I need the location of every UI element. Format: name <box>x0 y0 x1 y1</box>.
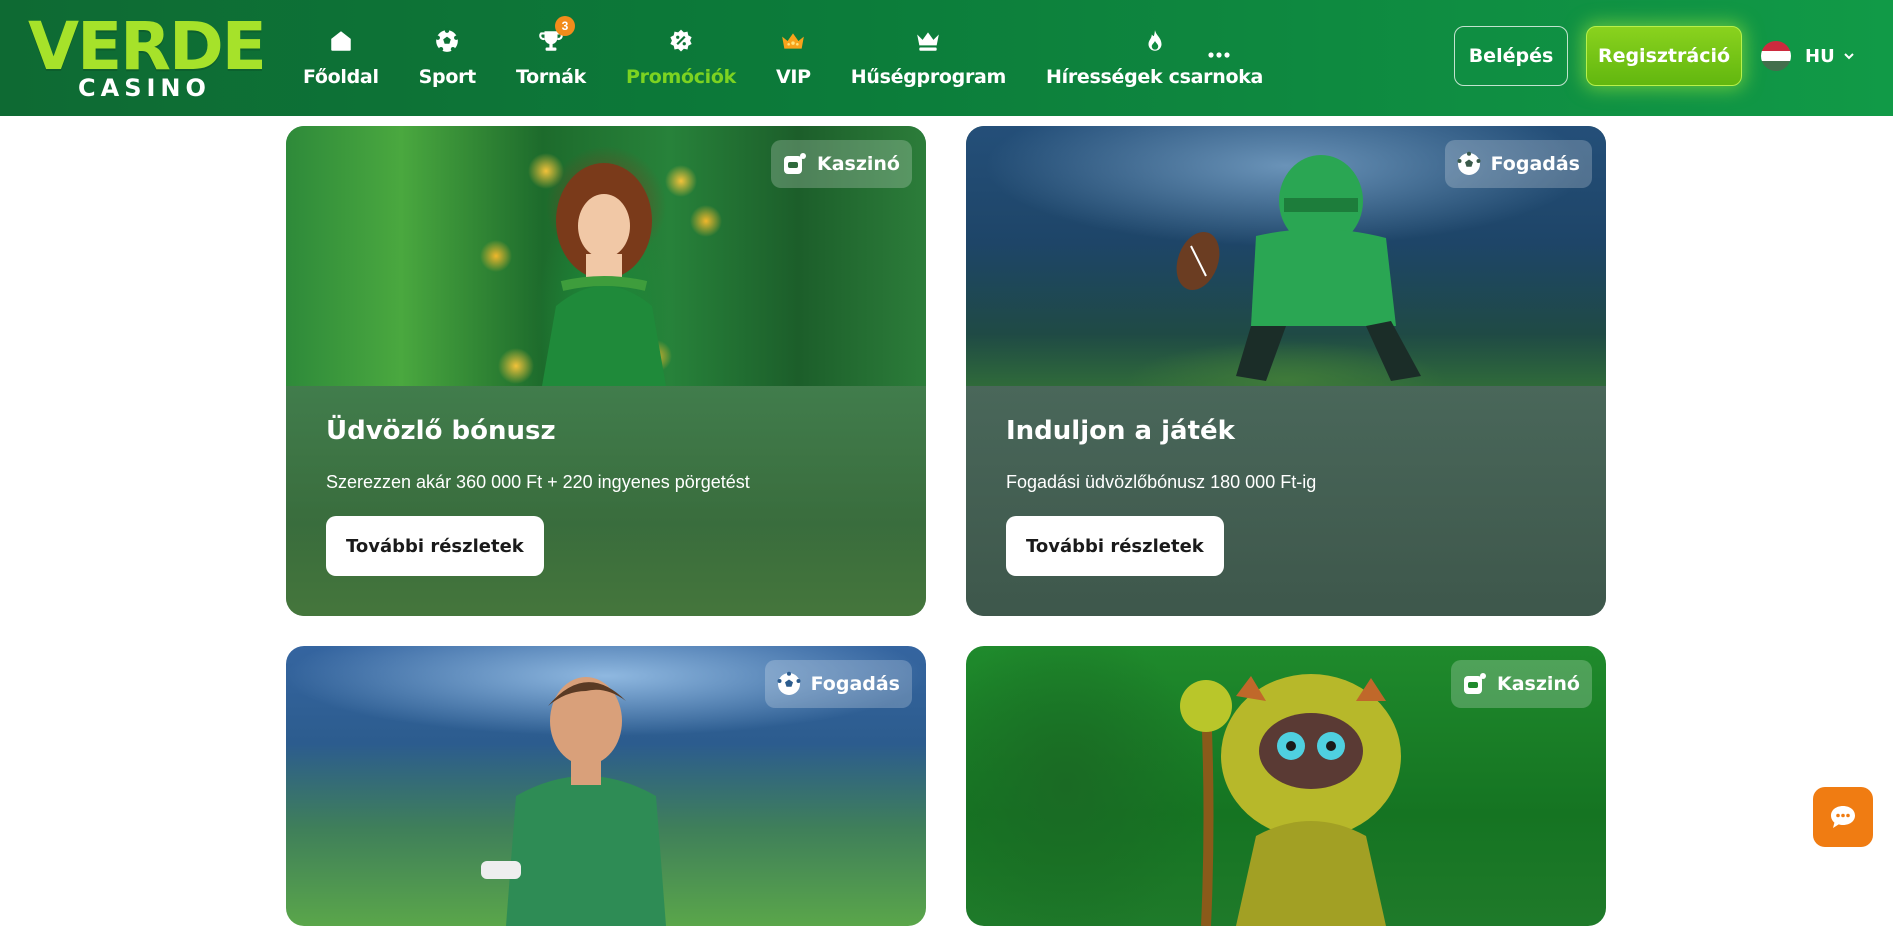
promo-title: Induljon a játék <box>1006 416 1235 446</box>
promo-card-start-game[interactable]: Fogadás Induljon a játék Fogadási üdvözl… <box>966 126 1606 616</box>
more-menu-icon[interactable] <box>1205 40 1233 70</box>
main-nav: Főoldal Sport 3 Tornák Promóciók VIP Hűs… <box>283 16 1283 96</box>
category-tag: Kaszinó <box>1450 660 1592 708</box>
more-details-button[interactable]: További részletek <box>326 516 544 576</box>
nav-label: Sport <box>418 66 477 88</box>
promo-subtitle: Szerezzen akár 360 000 Ft + 220 ingyenes… <box>326 472 750 492</box>
loyalty-crown-icon <box>913 26 943 56</box>
category-tag: Fogadás <box>764 660 912 708</box>
promo-image-monster: Kaszinó <box>966 646 1606 926</box>
soccer-ball-icon <box>777 671 801 695</box>
tag-label: Fogadás <box>810 673 900 695</box>
tag-label: Kaszinó <box>816 153 900 175</box>
crown-icon <box>778 26 808 56</box>
promo-image-soccer-player: Fogadás <box>286 646 926 926</box>
more-details-button[interactable]: További részletek <box>1006 516 1224 576</box>
tournaments-count-badge: 3 <box>554 16 575 36</box>
tag-label: Fogadás <box>1490 153 1580 175</box>
promo-subtitle: Fogadási üdvözlőbónusz 180 000 Ft-ig <box>1006 472 1317 492</box>
promo-card-welcome-bonus[interactable]: Kaszinó Üdvözlő bónusz Szerezzen akár 36… <box>286 126 926 616</box>
nav-label: Hűségprogram <box>850 66 1007 88</box>
nav-item-tournaments[interactable]: 3 Tornák <box>496 16 606 96</box>
logo-wordmark: VERDE <box>28 8 267 85</box>
promo-title: Üdvözlő bónusz <box>326 416 556 446</box>
nav-label: Promóciók <box>626 66 736 88</box>
soccer-ball-icon <box>432 26 462 56</box>
nav-item-sport[interactable]: Sport <box>399 20 496 96</box>
nav-item-vip[interactable]: VIP <box>756 20 831 96</box>
category-tag: Fogadás <box>1444 140 1592 188</box>
category-tag: Kaszinó <box>770 140 912 188</box>
promo-badge-icon <box>666 26 696 56</box>
nav-item-promotions[interactable]: Promóciók <box>606 20 756 96</box>
logo-subtitle: CASINO <box>78 74 211 102</box>
chevron-down-icon <box>1843 53 1854 60</box>
promo-card-casino-monster[interactable]: Kaszinó <box>966 646 1606 926</box>
tag-label: Kaszinó <box>1496 673 1580 695</box>
soccer-ball-icon <box>1457 151 1481 175</box>
nav-label: Főoldal <box>303 66 379 88</box>
language-selector[interactable]: HU <box>1761 40 1855 72</box>
promo-image-football-player: Fogadás <box>966 126 1606 386</box>
live-chat-button[interactable] <box>1813 787 1873 847</box>
nav-label: VIP <box>775 66 811 88</box>
flame-icon <box>1140 26 1170 56</box>
casino-chip-icon <box>783 153 806 174</box>
chat-bubble-icon <box>1831 806 1855 828</box>
promo-image-casino-girl: Kaszinó <box>286 126 926 386</box>
login-button[interactable]: Belépés <box>1454 26 1568 86</box>
hungary-flag-icon <box>1761 41 1791 71</box>
nav-label: Tornák <box>515 66 587 88</box>
casino-chip-icon <box>1463 673 1486 694</box>
top-header: VERDE CASINO Főoldal Sport 3 Tornák Prom… <box>0 0 1893 116</box>
language-label: HU <box>1805 45 1835 67</box>
nav-item-hall-of-fame[interactable]: Hírességek csarnoka <box>1026 20 1283 96</box>
home-icon <box>326 26 356 56</box>
register-button[interactable]: Regisztráció <box>1586 26 1742 86</box>
nav-item-loyalty[interactable]: Hűségprogram <box>831 20 1026 96</box>
promo-card-betting[interactable]: Fogadás <box>286 646 926 926</box>
verde-casino-logo[interactable]: VERDE CASINO <box>28 14 267 102</box>
nav-item-home[interactable]: Főoldal <box>283 20 399 96</box>
